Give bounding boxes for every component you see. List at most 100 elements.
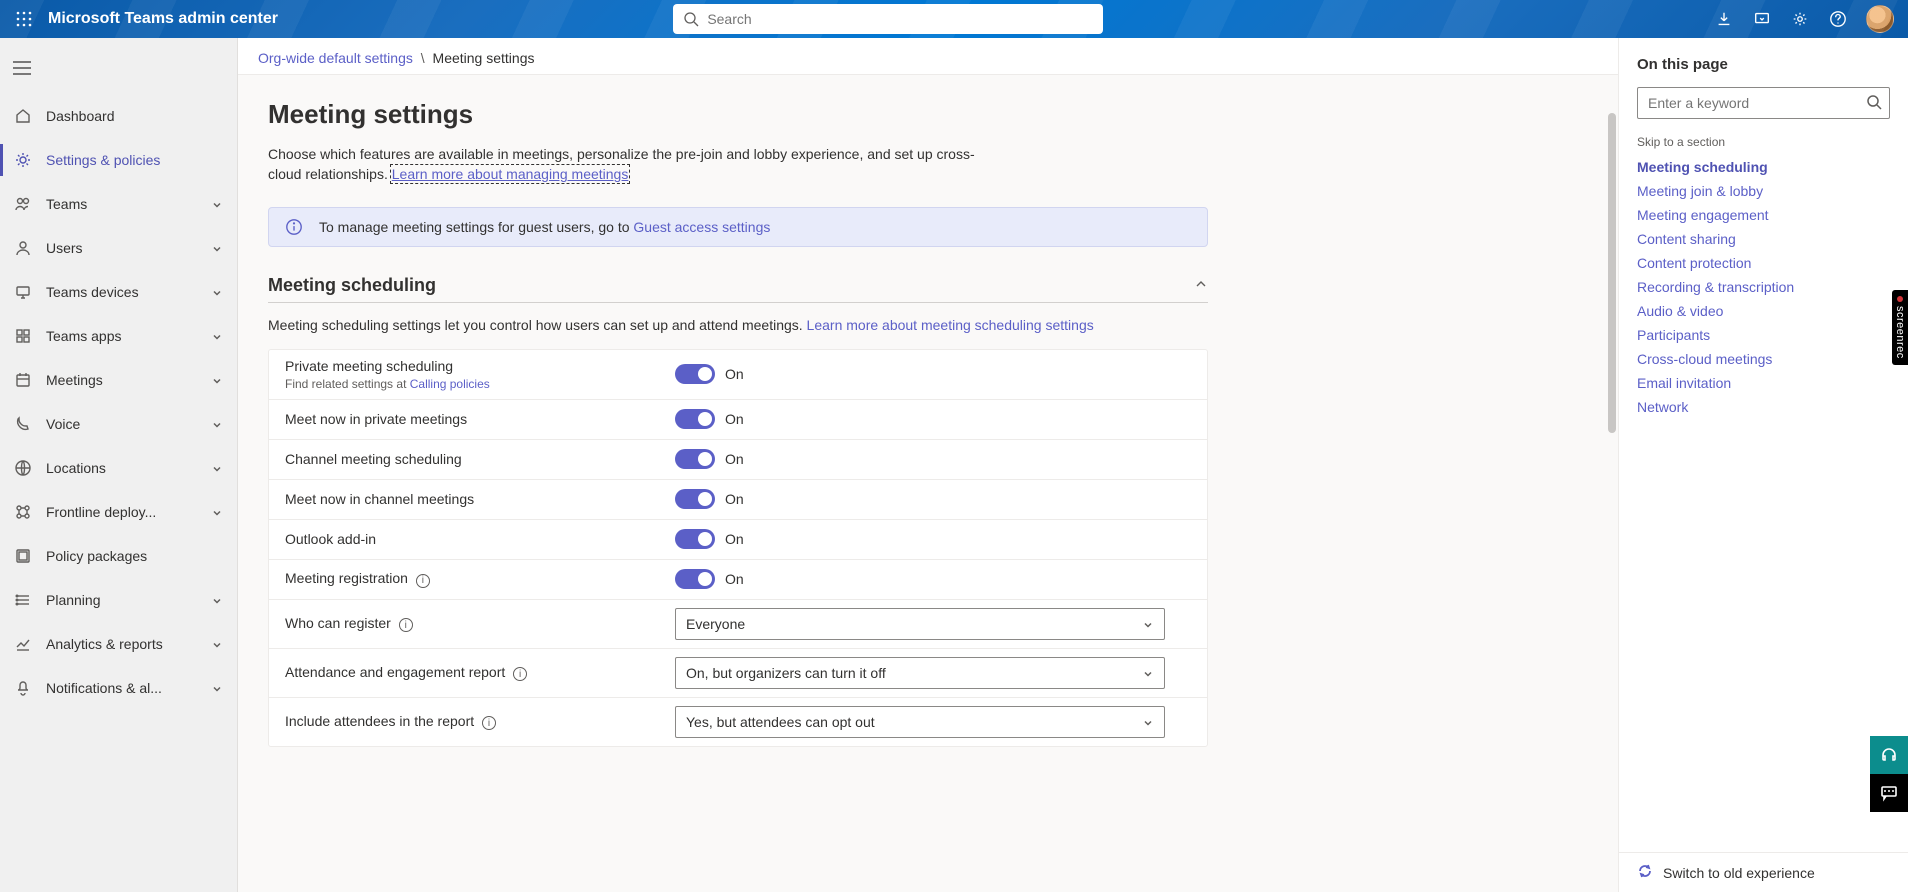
section-header[interactable]: Meeting scheduling [268,275,1208,303]
setting-label: Channel meeting scheduling [285,451,655,467]
nav-item-teams[interactable]: Teams [0,182,237,226]
toc-link[interactable]: Content sharing [1637,227,1890,251]
floating-help-buttons [1870,736,1908,812]
guest-access-link[interactable]: Guest access settings [633,219,770,235]
section-title: Meeting scheduling [268,275,436,296]
left-nav: Dashboard Settings & policies TeamsUsers Te… [0,38,238,892]
toggle-state-label: On [725,491,744,507]
nav-item-meetings[interactable]: Meetings [0,358,237,402]
nav-icon [14,283,32,301]
toc-link[interactable]: Network [1637,395,1890,419]
chevron-down-icon [211,682,223,694]
setting-row: Private meeting schedulingFind related s… [269,350,1207,400]
nav-label: Voice [46,416,211,432]
toggle-switch[interactable] [675,364,715,384]
setting-control: On [675,364,1191,384]
switch-experience-button[interactable]: Switch to old experience [1619,852,1908,892]
nav-icon [14,371,32,389]
user-avatar[interactable] [1866,5,1894,33]
section-desc-text: Meeting scheduling settings let you cont… [268,317,807,333]
nav-item-frontline-deploy[interactable]: Frontline deploy... [0,490,237,534]
headset-help-button[interactable] [1870,736,1908,774]
nav-icon [14,415,32,433]
breadcrumb-separator: \ [421,50,425,66]
global-search [673,4,1103,34]
rail-search-input[interactable] [1637,87,1890,119]
toc-link[interactable]: Meeting engagement [1637,203,1890,227]
nav-label: Planning [46,592,211,608]
toggle-switch[interactable] [675,529,715,549]
toc-link[interactable]: Email invitation [1637,371,1890,395]
on-this-page-rail: On this page Skip to a section Meeting s… [1618,38,1908,892]
nav-item-dashboard[interactable]: Dashboard [0,94,237,138]
download-icon[interactable] [1714,9,1734,29]
toggle-switch[interactable] [675,409,715,429]
setting-label-col: Attendance and engagement report i [285,664,675,682]
toc-link[interactable]: Content protection [1637,251,1890,275]
nav-label: Analytics & reports [46,636,211,652]
settings-list: Private meeting schedulingFind related s… [268,349,1208,747]
scrollbar-thumb[interactable] [1608,113,1616,433]
info-icon[interactable]: i [482,716,496,730]
toggle-switch[interactable] [675,449,715,469]
toc-link[interactable]: Cross-cloud meetings [1637,347,1890,371]
select-dropdown[interactable]: Yes, but attendees can opt out [675,706,1165,738]
global-header: Microsoft Teams admin center [0,0,1908,38]
refresh-icon [1637,863,1653,882]
chevron-down-icon [1142,667,1154,679]
nav-item-policy-packages[interactable]: Policy packages [0,534,237,578]
select-dropdown[interactable]: On, but organizers can turn it off [675,657,1165,689]
header-actions [1714,5,1894,33]
help-icon[interactable] [1828,9,1848,29]
toc-link[interactable]: Audio & video [1637,299,1890,323]
nav-label: Teams devices [46,284,211,300]
nav-icon [14,679,32,697]
nav-item-analytics-reports[interactable]: Analytics & reports [0,622,237,666]
breadcrumb-parent-link[interactable]: Org-wide default settings [258,50,413,66]
section-learn-more-link[interactable]: Learn more about meeting scheduling sett… [807,317,1094,333]
section-meeting-scheduling: Meeting scheduling Meeting scheduling se… [268,275,1208,747]
toc-link[interactable]: Meeting join & lobby [1637,179,1890,203]
nav-label: Frontline deploy... [46,504,211,520]
nav-item-teams-apps[interactable]: Teams apps [0,314,237,358]
setting-label-col: Meet now in private meetings [285,411,675,427]
setting-control: On, but organizers can turn it off [675,657,1191,689]
nav-item-planning[interactable]: Planning [0,578,237,622]
setting-control: On [675,489,1191,509]
setting-label-col: Who can register i [285,615,675,633]
nav-item-teams-devices[interactable]: Teams devices [0,270,237,314]
nav-item-users[interactable]: Users [0,226,237,270]
select-dropdown[interactable]: Everyone [675,608,1165,640]
nav-label: Locations [46,460,211,476]
search-input[interactable] [707,11,1093,27]
info-icon[interactable]: i [399,618,413,632]
nav-toggle-icon[interactable] [2,48,42,88]
nav-item-voice[interactable]: Voice [0,402,237,446]
setting-label: Private meeting scheduling [285,358,655,374]
nav-label: Settings & policies [46,152,223,168]
switch-experience-label: Switch to old experience [1663,865,1815,881]
nav-icon [14,547,32,565]
toc-link[interactable]: Recording & transcription [1637,275,1890,299]
nav-item-settings-policies[interactable]: Settings & policies [0,138,237,182]
info-bar-text: To manage meeting settings for guest use… [319,219,770,235]
presentation-icon[interactable] [1752,9,1772,29]
nav-icon [14,195,32,213]
nav-item-notifications-al[interactable]: Notifications & al... [0,666,237,710]
calling-policies-link[interactable]: Calling policies [410,377,490,391]
info-icon[interactable]: i [416,574,430,588]
screenrec-tab[interactable]: screenrec [1892,290,1908,365]
toggle-switch[interactable] [675,569,715,589]
nav-label: Meetings [46,372,211,388]
info-icon[interactable]: i [513,667,527,681]
toggle-switch[interactable] [675,489,715,509]
setting-control: On [675,569,1191,589]
feedback-button[interactable] [1870,774,1908,812]
nav-item-locations[interactable]: Locations [0,446,237,490]
toc-link[interactable]: Participants [1637,323,1890,347]
gear-icon[interactable] [1790,9,1810,29]
app-launcher-icon[interactable] [8,3,40,35]
search-box[interactable] [673,4,1103,34]
toc-link[interactable]: Meeting scheduling [1637,155,1890,179]
learn-more-link[interactable]: Learn more about managing meetings [392,166,629,182]
